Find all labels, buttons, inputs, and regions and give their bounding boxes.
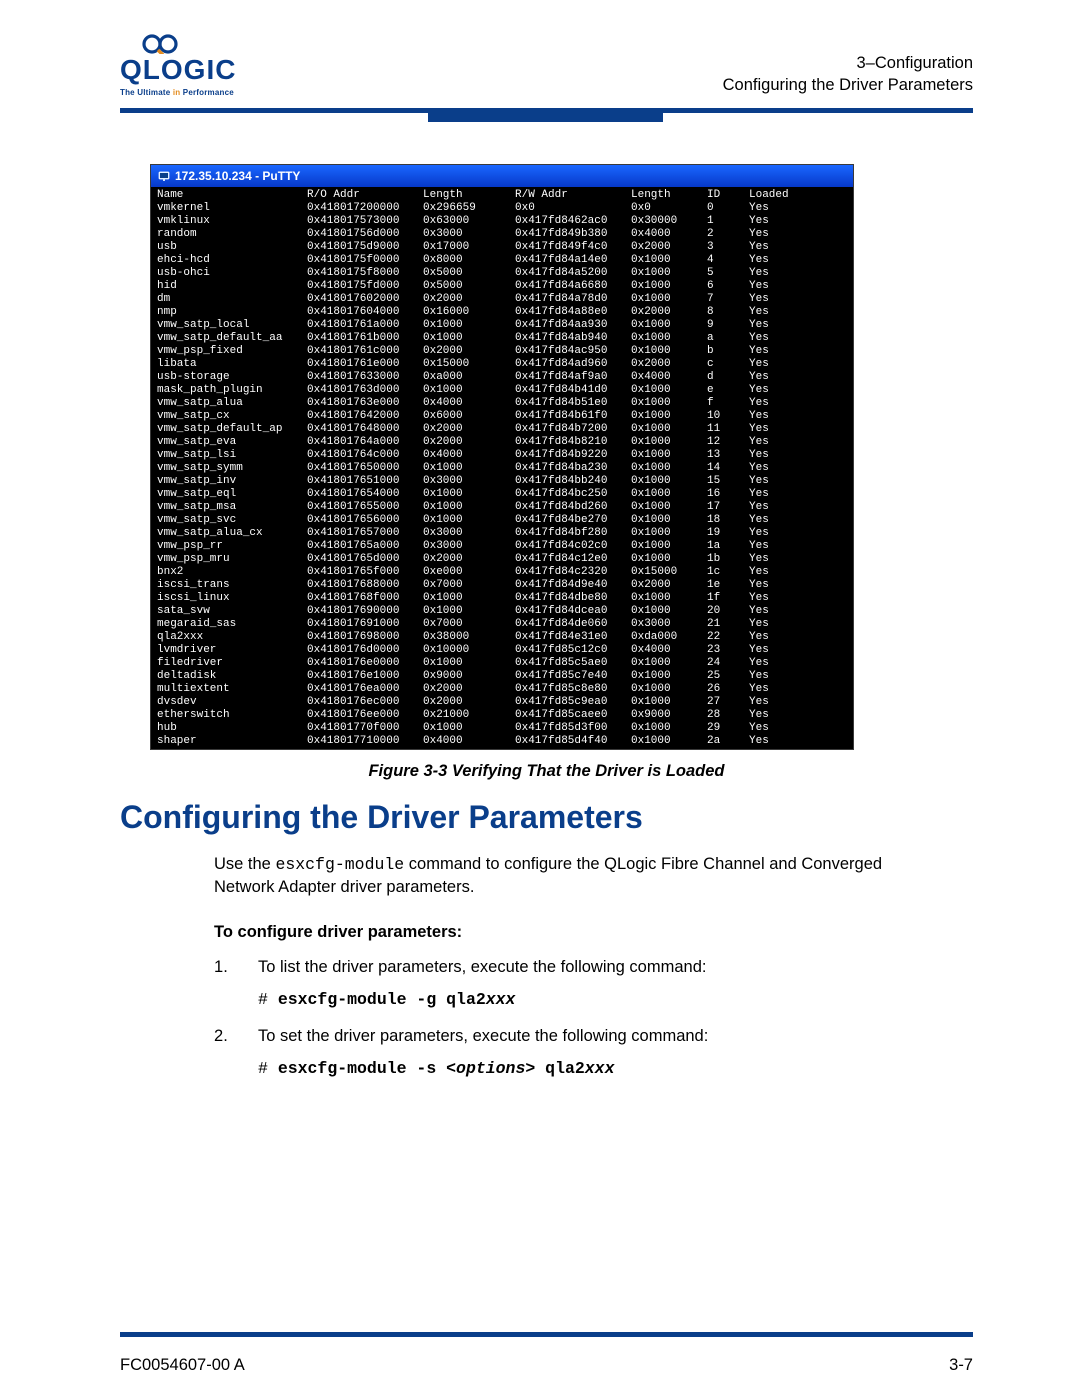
footer-rule bbox=[120, 1332, 973, 1337]
brand-name: QLOGIC bbox=[120, 54, 236, 86]
page-footer: FC0054607-00 A 3-7 bbox=[120, 1356, 973, 1375]
terminal-row: vmw_satp_default_ap0x4180176480000x20000… bbox=[157, 423, 847, 436]
terminal-row: vmw_satp_svc0x4180176560000x10000x417fd8… bbox=[157, 514, 847, 527]
terminal-row: vmw_satp_eql0x4180176540000x10000x417fd8… bbox=[157, 488, 847, 501]
procedure-list: To list the driver parameters, execute t… bbox=[214, 956, 934, 1081]
terminal-row: deltadisk0x4180176e10000x90000x417fd85c7… bbox=[157, 670, 847, 683]
terminal-output: NameR/O AddrLengthR/W AddrLengthIDLoaded… bbox=[151, 187, 853, 749]
terminal-row: hid0x4180175fd0000x50000x417fd84a66800x1… bbox=[157, 280, 847, 293]
chapter-label: 3–Configuration bbox=[723, 52, 973, 74]
footer-page-number: 3-7 bbox=[949, 1356, 973, 1375]
section-body: Use the esxcfg-module command to configu… bbox=[214, 853, 934, 1081]
section-label: Configuring the Driver Parameters bbox=[723, 74, 973, 96]
terminal-row: iscsi_trans0x4180176880000x70000x417fd84… bbox=[157, 579, 847, 592]
terminal-row: lvmdriver0x4180176d00000x100000x417fd85c… bbox=[157, 644, 847, 657]
terminal-row: multiextent0x4180176ea0000x20000x417fd85… bbox=[157, 683, 847, 696]
terminal-row: filedriver0x4180176e00000x10000x417fd85c… bbox=[157, 657, 847, 670]
header-rule bbox=[120, 108, 973, 122]
terminal-row: vmw_satp_default_aa0x41801761b0000x10000… bbox=[157, 332, 847, 345]
procedure-heading: To configure driver parameters: bbox=[214, 921, 934, 944]
terminal-title-text: 172.35.10.234 - PuTTY bbox=[175, 169, 300, 183]
terminal-titlebar: 172.35.10.234 - PuTTY bbox=[151, 165, 853, 187]
terminal-row: vmw_satp_inv0x4180176510000x30000x417fd8… bbox=[157, 475, 847, 488]
terminal-row: sata_svw0x4180176900000x10000x417fd84dce… bbox=[157, 605, 847, 618]
terminal-row: usb-ohci0x4180175f80000x50000x417fd84a52… bbox=[157, 267, 847, 280]
step-1-command: # esxcfg-module -g qla2xxx bbox=[258, 989, 934, 1012]
logo-mark-icon bbox=[138, 30, 182, 54]
terminal-row: vmw_satp_eva0x41801764a0000x20000x417fd8… bbox=[157, 436, 847, 449]
terminal-row: vmw_satp_lsi0x41801764c0000x40000x417fd8… bbox=[157, 449, 847, 462]
terminal-row: ehci-hcd0x4180175f00000x80000x417fd84a14… bbox=[157, 254, 847, 267]
brand-tagline: The Ultimate in Performance bbox=[120, 88, 236, 97]
terminal-row: NameR/O AddrLengthR/W AddrLengthIDLoaded bbox=[157, 189, 847, 202]
terminal-row: etherswitch0x4180176ee0000x210000x417fd8… bbox=[157, 709, 847, 722]
terminal-row: vmw_satp_local0x41801761a0000x10000x417f… bbox=[157, 319, 847, 332]
terminal-row: nmp0x4180176040000x160000x417fd84a88e00x… bbox=[157, 306, 847, 319]
terminal-row: vmw_satp_alua0x41801763e0000x40000x417fd… bbox=[157, 397, 847, 410]
terminal-row: vmw_satp_msa0x4180176550000x10000x417fd8… bbox=[157, 501, 847, 514]
terminal-row: hub0x41801770f0000x10000x417fd85d3f000x1… bbox=[157, 722, 847, 735]
brand-logo: QLOGIC The Ultimate in Performance bbox=[120, 30, 236, 97]
command-name: esxcfg-module bbox=[275, 855, 404, 874]
terminal-row: random0x41801756d0000x30000x417fd849b380… bbox=[157, 228, 847, 241]
terminal-row: vmkernel0x4180172000000x2966590x00x00Yes bbox=[157, 202, 847, 215]
page-topic: 3–Configuration Configuring the Driver P… bbox=[723, 52, 973, 97]
terminal-row: dvsdev0x4180176ec0000x20000x417fd85c9ea0… bbox=[157, 696, 847, 709]
footer-doc-id: FC0054607-00 A bbox=[120, 1356, 245, 1375]
terminal-row: megaraid_sas0x4180176910000x70000x417fd8… bbox=[157, 618, 847, 631]
terminal-row: vmw_psp_fixed0x41801761c0000x20000x417fd… bbox=[157, 345, 847, 358]
terminal-row: vmw_psp_rr0x41801765a0000x30000x417fd84c… bbox=[157, 540, 847, 553]
terminal-row: qla2xxx0x4180176980000x380000x417fd84e31… bbox=[157, 631, 847, 644]
figure-caption: Figure 3-3 Verifying That the Driver is … bbox=[120, 762, 973, 781]
step-2-command: # esxcfg-module -s <options> qla2xxx bbox=[258, 1058, 934, 1081]
terminal-row: vmw_satp_alua_cx0x4180176570000x30000x41… bbox=[157, 527, 847, 540]
terminal-row: dm0x4180176020000x20000x417fd84a78d00x10… bbox=[157, 293, 847, 306]
terminal-row: vmw_satp_symm0x4180176500000x10000x417fd… bbox=[157, 462, 847, 475]
section-heading: Configuring the Driver Parameters bbox=[120, 799, 973, 836]
step-1: To list the driver parameters, execute t… bbox=[214, 956, 934, 1012]
terminal-window: 172.35.10.234 - PuTTY NameR/O AddrLength… bbox=[150, 164, 854, 750]
terminal-row: usb-storage0x4180176330000xa0000x417fd84… bbox=[157, 371, 847, 384]
step-2: To set the driver parameters, execute th… bbox=[214, 1025, 934, 1081]
terminal-row: usb0x4180175d90000x170000x417fd849f4c00x… bbox=[157, 241, 847, 254]
terminal-row: iscsi_linux0x41801768f0000x10000x417fd84… bbox=[157, 592, 847, 605]
terminal-row: shaper0x4180177100000x40000x417fd85d4f40… bbox=[157, 735, 847, 748]
terminal-row: vmw_satp_cx0x4180176420000x60000x417fd84… bbox=[157, 410, 847, 423]
terminal-row: bnx20x41801765f0000xe0000x417fd84c23200x… bbox=[157, 566, 847, 579]
intro-paragraph: Use the esxcfg-module command to configu… bbox=[214, 853, 934, 900]
putty-icon bbox=[157, 169, 171, 183]
terminal-row: vmklinux0x4180175730000x630000x417fd8462… bbox=[157, 215, 847, 228]
terminal-row: mask_path_plugin0x41801763d0000x10000x41… bbox=[157, 384, 847, 397]
terminal-row: vmw_psp_mru0x41801765d0000x20000x417fd84… bbox=[157, 553, 847, 566]
terminal-row: libata0x41801761e0000x150000x417fd84ad96… bbox=[157, 358, 847, 371]
page-header: QLOGIC The Ultimate in Performance 3–Con… bbox=[120, 30, 973, 122]
